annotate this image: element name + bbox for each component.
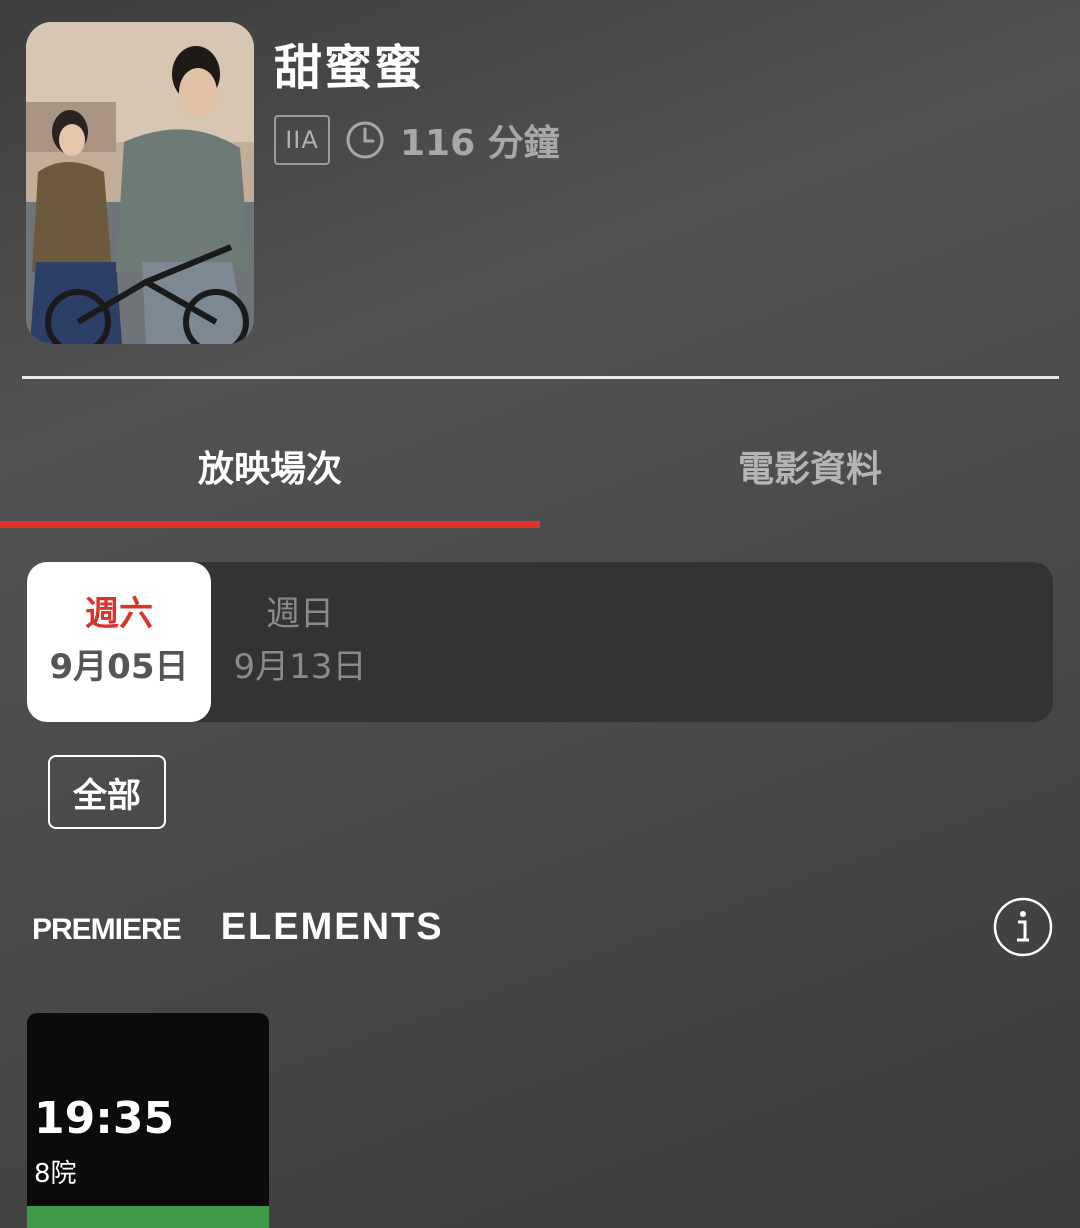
header-divider: [22, 376, 1059, 379]
date-label: 9月13日: [233, 647, 367, 687]
cinema-logo-elements: ELEMENTS: [220, 906, 444, 948]
movie-title: 甜蜜蜜: [274, 40, 425, 96]
date-day-label: 週六: [85, 594, 153, 634]
active-tab-indicator: [0, 521, 540, 528]
showtime-house: 8院: [34, 1159, 77, 1189]
movie-meta: IIA 116 分鐘: [274, 114, 560, 166]
tab-showtimes[interactable]: 放映場次: [0, 440, 540, 492]
filter-all-button[interactable]: 全部: [48, 755, 166, 829]
date-day-label: 週日: [266, 594, 334, 634]
cinema-logo: PREMIERE ELEMENTS: [32, 906, 444, 949]
showtime-time: 19:35: [34, 1093, 175, 1144]
showtime-card[interactable]: 19:35 8院: [27, 1013, 269, 1228]
clock-icon: [344, 119, 386, 161]
movie-poster: [26, 22, 254, 344]
date-option-0913[interactable]: 週日 9月13日: [214, 562, 386, 722]
info-icon[interactable]: [993, 897, 1053, 957]
seat-availability-bar: [27, 1206, 269, 1228]
rating-badge: IIA: [274, 115, 330, 165]
date-option-0905[interactable]: 週六 9月05日: [27, 562, 211, 722]
date-label: 9月05日: [49, 647, 189, 687]
duration: 116 分鐘: [400, 123, 560, 164]
seat-availability-fill: [27, 1206, 269, 1228]
cinema-logo-premiere: PREMIERE: [32, 913, 182, 946]
tab-movie-info[interactable]: 電影資料: [540, 440, 1080, 492]
